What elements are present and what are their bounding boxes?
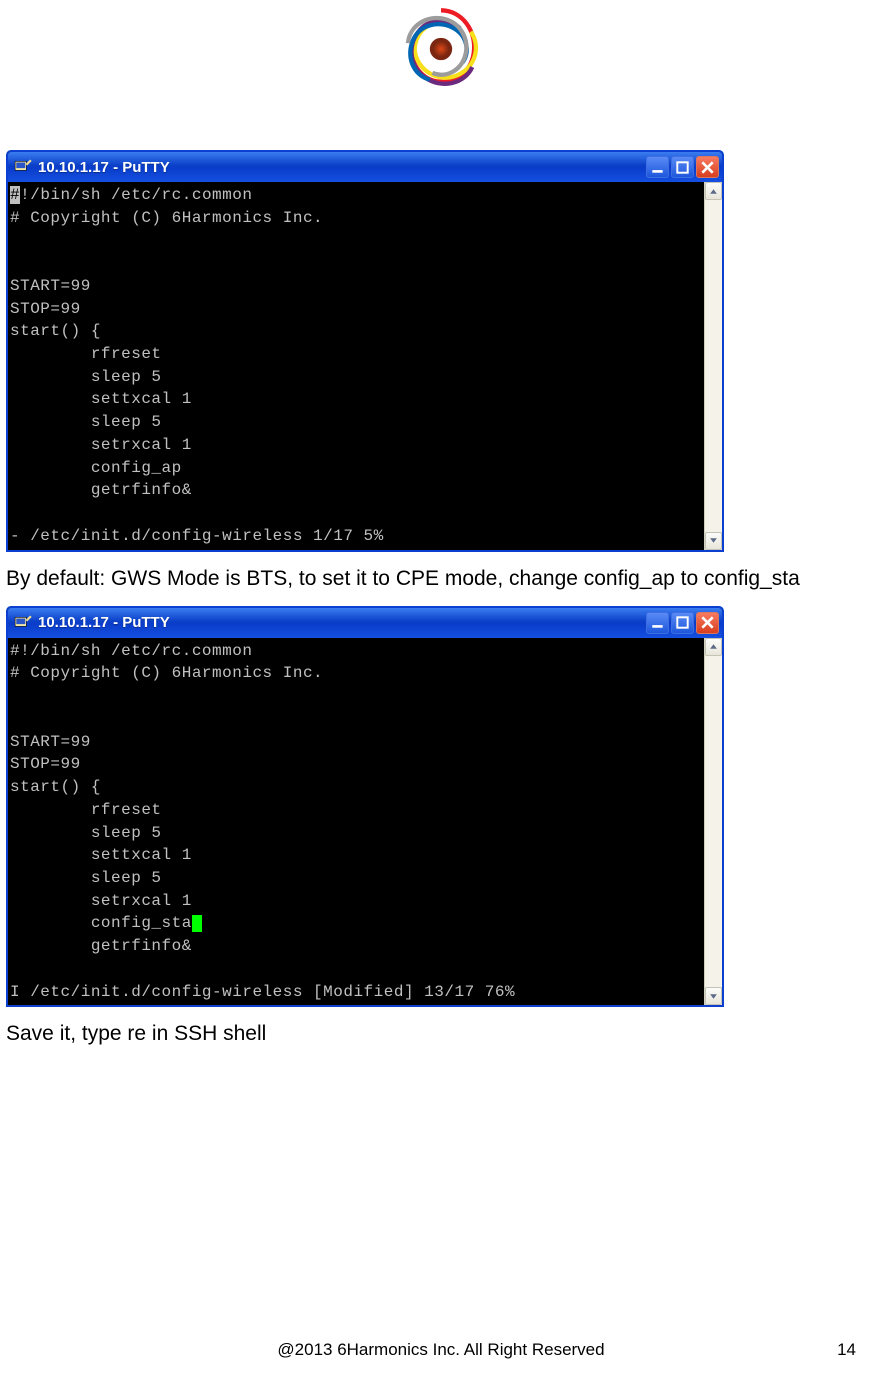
putty-icon <box>14 158 32 176</box>
terminal-text-segment: sleep 5 <box>10 413 162 431</box>
scrollbar[interactable] <box>704 638 722 1006</box>
terminal-text-segment: sleep 5 <box>10 368 162 386</box>
paragraph-1: By default: GWS Mode is BTS, to set it t… <box>6 566 876 592</box>
terminal-area: #!/bin/sh /etc/rc.common # Copyright (C)… <box>8 182 722 550</box>
terminal-text-segment: - /etc/init.d/config-wireless 1/17 5% <box>10 527 384 545</box>
terminal-text-segment: sleep 5 <box>10 869 162 887</box>
terminal-text-segment: I /etc/init.d/config-wireless [Modified]… <box>10 983 515 1001</box>
window-controls <box>646 156 719 178</box>
terminal-text-segment: rfreset <box>10 801 162 819</box>
terminal-text-segment: !/bin/sh /etc/rc.common <box>20 186 252 204</box>
page-header <box>0 0 882 96</box>
terminal-text-segment: settxcal 1 <box>10 846 192 864</box>
terminal-content[interactable]: #!/bin/sh /etc/rc.common # Copyright (C)… <box>8 182 704 550</box>
window-title: 10.10.1.17 - PuTTY <box>38 614 640 631</box>
window-controls <box>646 612 719 634</box>
terminal-text-segment: STOP=99 <box>10 300 81 318</box>
close-button[interactable] <box>696 156 719 178</box>
terminal-text-segment: rfreset <box>10 345 162 363</box>
scroll-down-button[interactable] <box>705 532 722 550</box>
footer-text: @2013 6Harmonics Inc. All Right Reserved <box>277 1340 604 1359</box>
page-number: 14 <box>837 1340 856 1360</box>
terminal-text-segment: start() { <box>10 778 101 796</box>
terminal-area: #!/bin/sh /etc/rc.common # Copyright (C)… <box>8 638 722 1006</box>
terminal-text-segment: # <box>10 186 20 204</box>
terminal-text-segment: # Copyright (C) 6Harmonics Inc. <box>10 664 323 682</box>
6harmonics-logo <box>398 6 484 92</box>
terminal-text-segment: START=99 <box>10 277 91 295</box>
page-content: 10.10.1.17 - PuTTY #!/bin/sh /etc/rc.com… <box>0 150 882 1048</box>
scroll-down-button[interactable] <box>705 987 722 1005</box>
terminal-text-segment: getrfinfo& <box>10 937 192 955</box>
putty-window-1: 10.10.1.17 - PuTTY #!/bin/sh /etc/rc.com… <box>6 150 724 552</box>
terminal-text-segment: sleep 5 <box>10 824 162 842</box>
maximize-button[interactable] <box>671 612 694 634</box>
paragraph-2: Save it, type re in SSH shell <box>6 1021 876 1047</box>
putty-window-2: 10.10.1.17 - PuTTY #!/bin/sh /etc/rc.com… <box>6 606 724 1008</box>
minimize-button[interactable] <box>646 156 669 178</box>
putty-icon <box>14 614 32 632</box>
scroll-up-button[interactable] <box>705 638 722 656</box>
terminal-text-segment: setrxcal 1 <box>10 436 192 454</box>
window-titlebar[interactable]: 10.10.1.17 - PuTTY <box>8 608 722 638</box>
terminal-text-segment: getrfinfo& <box>10 481 192 499</box>
terminal-text-segment: START=99 <box>10 733 91 751</box>
terminal-content[interactable]: #!/bin/sh /etc/rc.common # Copyright (C)… <box>8 638 704 1006</box>
window-titlebar[interactable]: 10.10.1.17 - PuTTY <box>8 152 722 182</box>
terminal-text-segment: config_ap <box>10 459 182 477</box>
close-button[interactable] <box>696 612 719 634</box>
scroll-track[interactable] <box>705 656 722 988</box>
window-title: 10.10.1.17 - PuTTY <box>38 159 640 176</box>
terminal-text-segment: config_sta <box>10 914 192 932</box>
terminal-text-segment: setrxcal 1 <box>10 892 192 910</box>
scroll-track[interactable] <box>705 200 722 532</box>
cursor <box>192 915 202 932</box>
page-footer: @2013 6Harmonics Inc. All Right Reserved… <box>0 1340 882 1360</box>
scrollbar[interactable] <box>704 182 722 550</box>
minimize-button[interactable] <box>646 612 669 634</box>
scroll-up-button[interactable] <box>705 182 722 200</box>
terminal-text-segment: #!/bin/sh /etc/rc.common <box>10 642 252 660</box>
terminal-text-segment: start() { <box>10 322 101 340</box>
terminal-text-segment: STOP=99 <box>10 755 81 773</box>
maximize-button[interactable] <box>671 156 694 178</box>
terminal-text-segment: # Copyright (C) 6Harmonics Inc. <box>10 209 323 227</box>
terminal-text-segment: settxcal 1 <box>10 390 192 408</box>
